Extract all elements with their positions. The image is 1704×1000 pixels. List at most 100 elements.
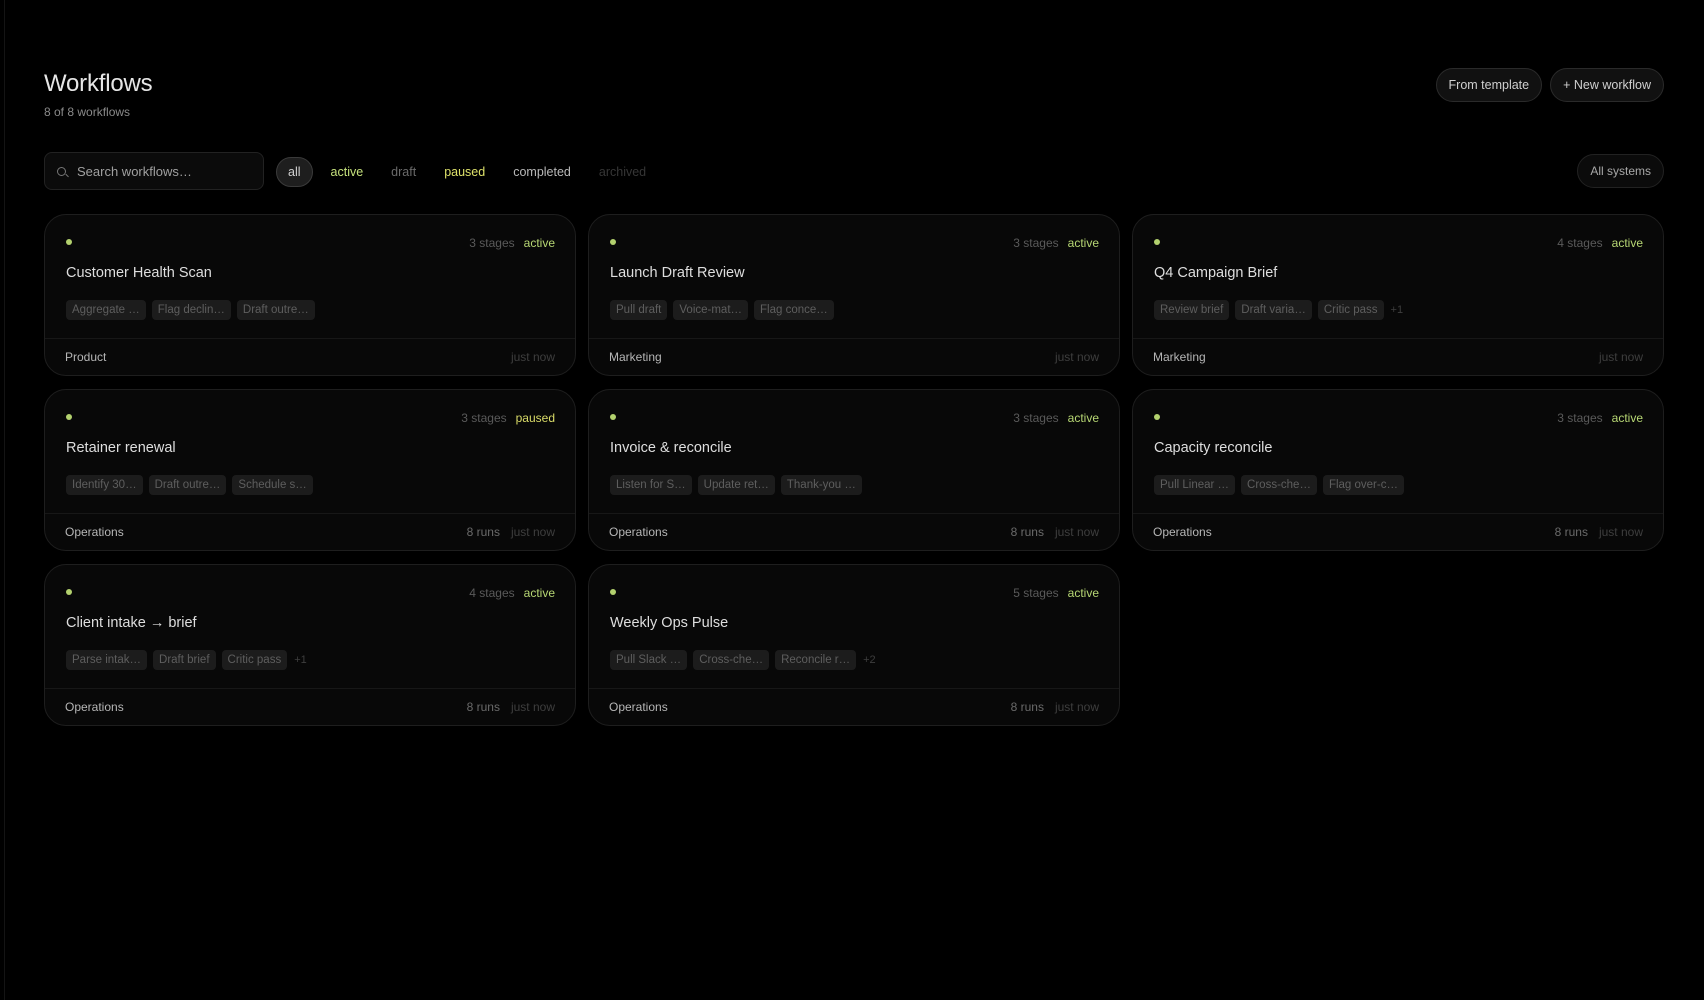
filter-toolbar: allactivedraftpausedcompletedarchived Al…: [44, 152, 1664, 190]
card-meta: 3 stages active: [1013, 236, 1099, 250]
updated-time: just now: [510, 700, 555, 714]
workflow-name: Weekly Ops Pulse: [610, 615, 729, 631]
search-box[interactable]: [44, 152, 264, 190]
status-dot: [66, 239, 72, 245]
step-chip: Listen for S…: [610, 475, 692, 495]
card-meta: 3 stages active: [469, 236, 555, 250]
status-label: active: [1067, 411, 1099, 425]
run-count: 8 runs: [1554, 525, 1588, 539]
from-template-button[interactable]: From template: [1435, 68, 1543, 102]
filter-tab-all[interactable]: all: [276, 157, 313, 187]
workflow-name: Client intake → brief: [66, 615, 197, 631]
step-chip: Pull draft: [610, 300, 668, 320]
status-label: paused: [515, 411, 555, 425]
search-icon: [57, 166, 66, 176]
more-steps-count: +1: [1390, 304, 1404, 316]
filter-tab-draft[interactable]: draft: [377, 157, 430, 187]
step-chips: Aggregate … Flag declin… Draft outre…: [66, 300, 315, 320]
updated-time: just now: [1054, 700, 1099, 714]
step-chip: Parse intak…: [66, 650, 148, 670]
team-label: Marketing: [1153, 350, 1206, 364]
status-dot: [1154, 414, 1160, 420]
workflow-name: Q4 Campaign Brief: [1154, 265, 1278, 281]
step-chip: Reconcile r…: [775, 650, 857, 670]
stage-count: 3 stages: [1557, 411, 1603, 425]
step-chip: Identify 30…: [66, 475, 143, 495]
stage-count: 3 stages: [1013, 236, 1059, 250]
stage-count: 3 stages: [1013, 411, 1059, 425]
team-label: Product: [65, 350, 107, 364]
card-stats: just now: [1055, 350, 1099, 364]
step-chip: Cross-che…: [693, 650, 770, 670]
step-chip: Schedule s…: [232, 475, 313, 495]
card-stats: just now: [511, 350, 555, 364]
filter-tab-paused[interactable]: paused: [430, 157, 499, 187]
card-stats: 8 runs just now: [1011, 525, 1099, 539]
step-chip: Critic pass: [1317, 300, 1384, 320]
workflow-name: Capacity reconcile: [1154, 440, 1273, 456]
filter-tab-active[interactable]: active: [317, 157, 378, 187]
step-chips: Pull Linear … Cross-che… Flag over-c…: [1154, 475, 1404, 495]
status-dot: [66, 414, 72, 420]
stage-count: 5 stages: [1013, 586, 1059, 600]
step-chip: Flag conce…: [754, 300, 834, 320]
step-chip: Review brief: [1154, 300, 1230, 320]
run-count: 8 runs: [466, 525, 500, 539]
workflow-card[interactable]: 3 stages paused Retainer renewal Identify 3…: [44, 389, 576, 551]
team-label: Operations: [1153, 525, 1212, 539]
card-footer: Operations 8 runs just now: [589, 513, 1119, 550]
status-dot: [610, 589, 616, 595]
card-meta: 3 stages active: [1557, 411, 1643, 425]
team-label: Operations: [65, 700, 124, 714]
search-input[interactable]: [77, 163, 237, 179]
workflow-card[interactable]: 3 stages active Invoice & reconcile Listen …: [588, 389, 1120, 551]
workflow-name: Retainer renewal: [66, 440, 176, 456]
card-stats: 8 runs just now: [1555, 525, 1643, 539]
more-steps-count: +2: [863, 654, 876, 666]
workflow-card[interactable]: 4 stages active Q4 Campaign Brief Review br…: [1132, 214, 1664, 376]
stage-count: 4 stages: [469, 586, 515, 600]
filter-tab-completed[interactable]: completed: [499, 157, 585, 187]
team-label: Marketing: [609, 350, 662, 364]
step-chip: Flag declin…: [151, 300, 231, 320]
status-dot: [1154, 239, 1160, 245]
systems-filter-button[interactable]: All systems: [1577, 154, 1664, 188]
step-chip: Critic pass: [221, 650, 288, 670]
step-chips: Identify 30… Draft outre… Schedule s…: [66, 475, 313, 495]
updated-time: just now: [1598, 350, 1643, 364]
header-actions: From template + New workflow: [1435, 68, 1664, 102]
workflow-card[interactable]: 3 stages active Launch Draft Review Pull dr…: [588, 214, 1120, 376]
workflow-card[interactable]: 3 stages active Customer Health Scan Aggreg…: [44, 214, 576, 376]
updated-time: just now: [510, 525, 555, 539]
run-count: 8 runs: [1010, 700, 1044, 714]
filter-tab-archived[interactable]: archived: [585, 157, 660, 187]
stage-count: 4 stages: [1557, 236, 1603, 250]
step-chips: Review brief Draft varia… Critic pass +1: [1154, 300, 1403, 320]
updated-time: just now: [1054, 525, 1099, 539]
status-dot: [610, 414, 616, 420]
status-label: active: [523, 586, 555, 600]
step-chip: Pull Linear …: [1154, 475, 1236, 495]
step-chip: Cross-che…: [1241, 475, 1317, 495]
updated-time: just now: [510, 350, 555, 364]
workflow-card[interactable]: 3 stages active Capacity reconcile Pull Lin…: [1132, 389, 1664, 551]
card-footer: Marketing just now: [589, 338, 1119, 375]
status-label: active: [1067, 236, 1099, 250]
workflow-card[interactable]: 5 stages active Weekly Ops Pulse Pull Slack…: [588, 564, 1120, 726]
updated-time: just now: [1054, 350, 1099, 364]
page-header: Workflows 8 of 8 workflows From template…: [44, 68, 1664, 128]
status-label: active: [523, 236, 555, 250]
step-chip: Thank-you …: [780, 475, 862, 495]
card-meta: 3 stages paused: [461, 411, 555, 425]
step-chip: Flag over-c…: [1322, 475, 1404, 495]
status-dot: [66, 589, 72, 595]
step-chip: Draft brief: [153, 650, 216, 670]
step-chip: Update ret…: [697, 475, 775, 495]
card-footer: Operations 8 runs just now: [1133, 513, 1663, 550]
workflow-card[interactable]: 4 stages active Client intake → brief Parse…: [44, 564, 576, 726]
new-workflow-button[interactable]: + New workflow: [1550, 68, 1664, 102]
team-label: Operations: [609, 525, 668, 539]
step-chip: Draft outre…: [236, 300, 315, 320]
status-filter-tabs: all active draft paused completed archived: [276, 157, 660, 187]
card-stats: 8 runs just now: [467, 525, 555, 539]
